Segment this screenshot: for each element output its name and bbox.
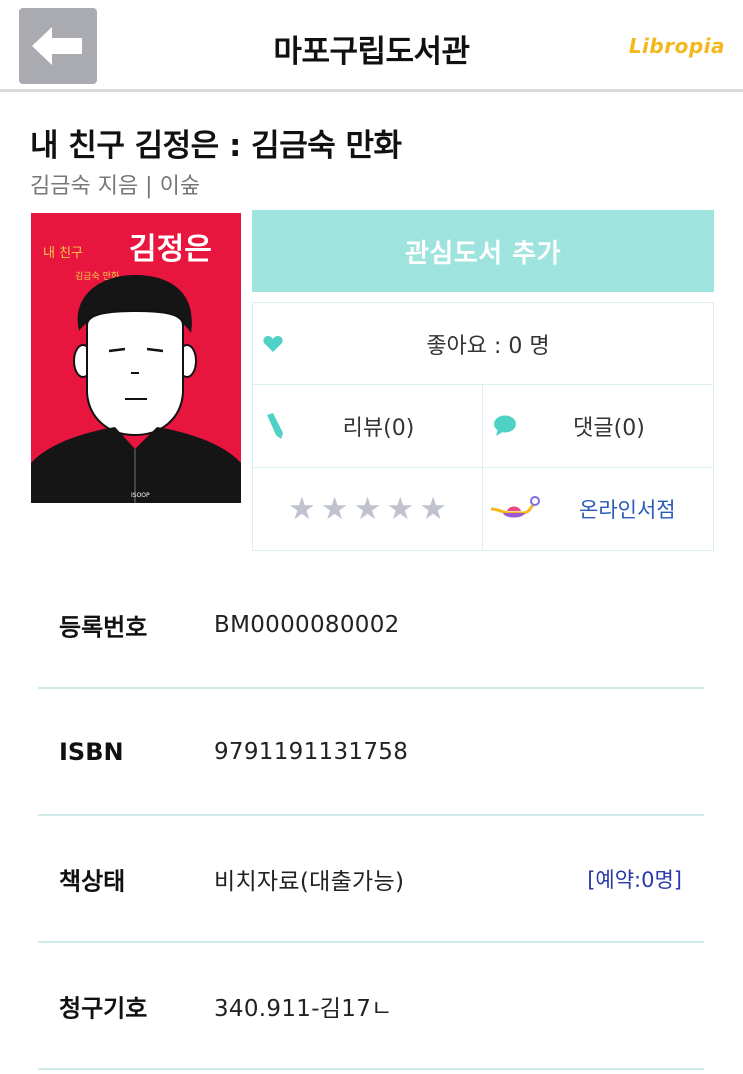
heart-icon (263, 335, 283, 352)
book-author-publisher: 김금숙 지음 | 이숲 (30, 174, 201, 199)
isbn-value: 9791191131758 (214, 738, 409, 765)
star-icon[interactable]: ★ (321, 493, 349, 525)
book-status-label: 책상태 (59, 867, 126, 895)
speech-bubble-icon (494, 415, 516, 436)
info-row-isbn: ISBN 9791191131758 (38, 689, 704, 816)
book-title: 내 친구 김정은 : 김금숙 만화 (30, 128, 402, 164)
online-store-button[interactable]: 온라인서점 (483, 468, 713, 550)
star-icon[interactable]: ★ (354, 493, 382, 525)
genie-lamp-icon (490, 496, 540, 518)
comment-label: 댓글(0) (573, 416, 645, 441)
info-row-call-number: 청구기호 340.911-김17ㄴ (38, 943, 704, 1070)
comment-button[interactable]: 댓글(0) (483, 385, 713, 468)
app-header: 마포구립도서관 Libropia (0, 0, 743, 92)
svg-text:ISOOP: ISOOP (131, 492, 150, 499)
star-icon[interactable]: ★ (386, 493, 414, 525)
cover-small-title: 내 친구 (43, 246, 83, 261)
star-icon[interactable]: ★ (288, 493, 316, 525)
pencil-icon (267, 413, 283, 439)
star-rating[interactable]: ★ ★ ★ ★ ★ (288, 493, 447, 525)
reservation-link[interactable]: [예약:0명] (587, 864, 682, 894)
brand-logo: Libropia (628, 34, 725, 58)
registration-number-value: BM0000080002 (214, 611, 400, 638)
info-row-registration: 등록번호 BM0000080002 (38, 562, 704, 689)
book-status-value: 비치자료(대출가능) (214, 868, 405, 895)
review-button[interactable]: 리뷰(0) (253, 385, 483, 468)
call-number-value: 340.911-김17ㄴ (214, 995, 393, 1022)
add-to-wishlist-button[interactable]: 관심도서 추가 (252, 210, 714, 292)
registration-number-label: 등록번호 (59, 613, 148, 641)
isbn-label: ISBN (59, 737, 124, 766)
online-store-label: 온라인서점 (579, 498, 676, 522)
action-grid: 좋아요 : 0 명 리뷰(0) 댓글(0) ★ ★ ★ ★ ★ 온라인서점 (252, 302, 714, 551)
review-label: 리뷰(0) (342, 416, 415, 441)
cover-big-title: 김정은 (129, 232, 212, 267)
info-row-status: 책상태 비치자료(대출가능) [예약:0명] (38, 816, 704, 943)
like-count-label: 좋아요 : 0 명 (426, 333, 550, 359)
star-icon[interactable]: ★ (419, 493, 447, 525)
call-number-label: 청구기호 (59, 994, 148, 1022)
book-cover-image: 내 친구 김정은 김금숙 만화 ISOOP (31, 213, 241, 503)
rating-stars[interactable]: ★ ★ ★ ★ ★ (253, 468, 483, 550)
like-button[interactable]: 좋아요 : 0 명 (253, 303, 713, 385)
